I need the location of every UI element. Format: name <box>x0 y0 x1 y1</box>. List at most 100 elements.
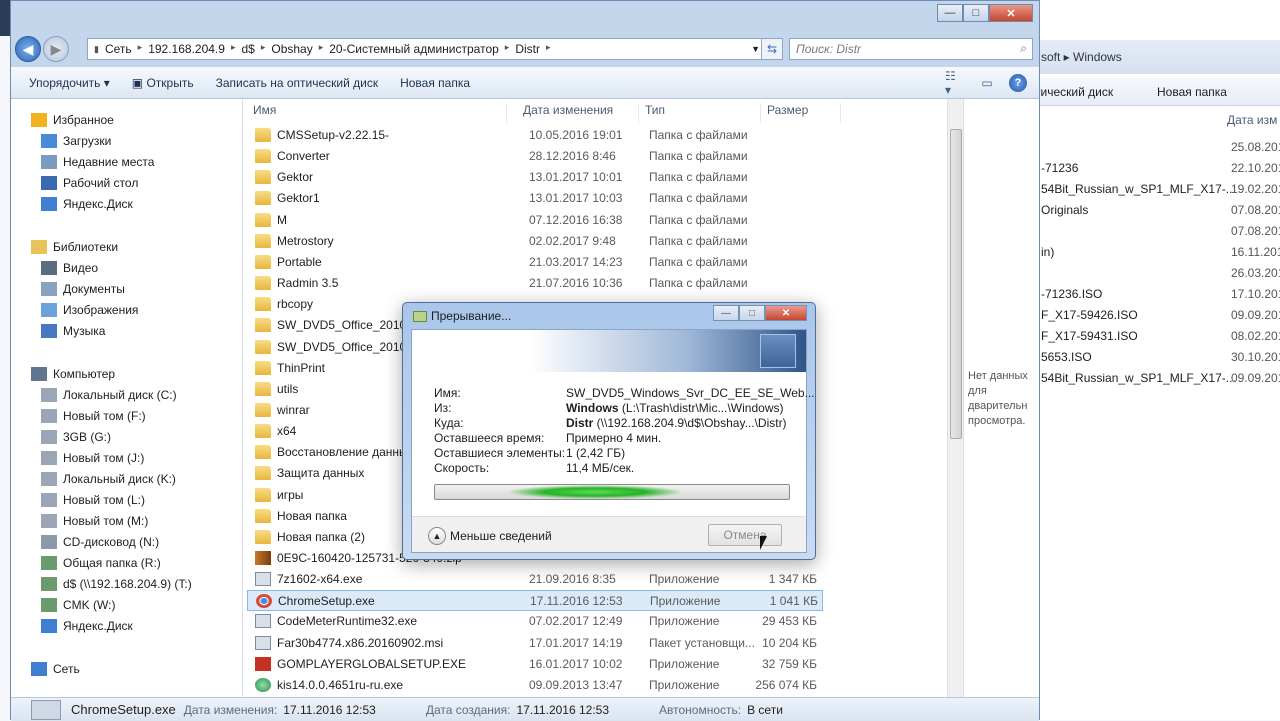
network-icon <box>31 661 47 676</box>
back-button[interactable]: ◀ <box>15 36 41 62</box>
column-type[interactable]: Тип <box>639 103 761 123</box>
chevron-right-icon[interactable]: ▸ <box>319 42 324 56</box>
bg-file-row[interactable]: 26.03.2013 <box>1041 266 1280 287</box>
cancel-button[interactable]: Отмена <box>708 524 782 546</box>
chevron-right-icon[interactable]: ▸ <box>261 42 266 56</box>
nav-item[interactable]: CD-дисковод (N:) <box>41 531 159 552</box>
breadcrumb-item[interactable]: d$ <box>241 42 254 56</box>
nav-item[interactable]: Видео <box>41 257 98 278</box>
bg-file-row[interactable]: -71236 22.10.2013 <box>1041 161 1280 182</box>
search-input[interactable]: Поиск: Distr ⌕ <box>789 38 1033 60</box>
bg-file-row[interactable]: 25.08.2013 <box>1041 140 1280 161</box>
open-button[interactable]: ▣ Открыть <box>128 76 198 90</box>
nav-item[interactable]: d$ (\\192.168.204.9) (T:) <box>41 573 192 594</box>
chevron-right-icon[interactable]: ▸ <box>546 42 551 56</box>
dialog-close-button[interactable]: ✕ <box>765 305 807 321</box>
nav-item[interactable]: Яндекс.Диск <box>41 615 133 636</box>
nav-item-label: Новый том (M:) <box>63 513 149 528</box>
nav-item[interactable]: Недавние места <box>41 151 154 172</box>
file-row[interactable]: CodeMeterRuntime32.exe 07.02.2017 12:49 Пр… <box>247 611 823 632</box>
column-name[interactable]: Имя <box>247 103 507 123</box>
bg-date-column[interactable]: Дата изм <box>1227 113 1277 127</box>
bg-file-row[interactable]: F_X17-59431.ISO 08.02.2013 <box>1041 329 1280 350</box>
nav-item[interactable]: Рабочий стол <box>41 172 138 193</box>
nav-item[interactable]: CMK (W:) <box>41 594 115 615</box>
file-row[interactable]: Portable 21.03.2017 14:23 Папка с файлами <box>247 252 823 273</box>
address-bar[interactable]: ▮ Сеть ▸ 192.168.204.9 ▸ d$ ▸ Obshay ▸ 20-Систем… <box>87 38 767 60</box>
file-row[interactable]: M 07.12.2016 16:38 Папка с файлами <box>247 210 823 231</box>
bg-file-row[interactable]: in) 16.11.2015 <box>1041 245 1280 266</box>
breadcrumb-item[interactable]: 20-Системный администратор <box>329 42 499 56</box>
nav-item[interactable]: Локальный диск (K:) <box>41 468 176 489</box>
minimize-button[interactable]: — <box>937 4 963 22</box>
bg-file-row[interactable]: 54Bit_Russian_w_SP1_MLF_X17-...09.09.201… <box>1041 371 1280 392</box>
bg-file-row[interactable]: Originals 07.08.2013 <box>1041 203 1280 224</box>
burn-button[interactable]: Записать на оптический диск <box>212 76 383 90</box>
nav-item[interactable]: Музыка <box>41 320 105 341</box>
pictures-icon <box>41 302 57 317</box>
bg-new-folder-button[interactable]: Новая папка <box>1157 85 1227 99</box>
bg-burn-button[interactable]: тический диск <box>1035 85 1113 99</box>
chevron-down-icon[interactable]: ▼ <box>751 44 760 54</box>
file-row[interactable]: Metrostory 02.02.2017 9:48 Папка с файлами <box>247 231 823 252</box>
breadcrumb-item[interactable]: Distr <box>515 42 540 56</box>
nav-item[interactable]: Новый том (L:) <box>41 489 145 510</box>
chevron-right-icon[interactable]: ▸ <box>505 42 510 56</box>
dialog-maximize-button[interactable]: □ <box>739 305 765 321</box>
bg-file-row[interactable]: 54Bit_Russian_w_SP1_MLF_X17-...19.02.201… <box>1041 182 1280 203</box>
column-date[interactable]: Дата изменения <box>517 103 639 123</box>
preview-pane-icon[interactable]: ▭ <box>977 73 997 93</box>
nav-group-1[interactable]: Библиотеки <box>31 236 118 257</box>
bg-file-row[interactable]: 07.08.2013 <box>1041 224 1280 245</box>
nav-item[interactable]: Новый том (J:) <box>41 447 144 468</box>
background-explorer-window[interactable]: soft ▸ Windows тический диск Новая папка… <box>1030 0 1280 720</box>
bg-file-row[interactable]: 5653.ISO 30.10.2013 <box>1041 350 1280 371</box>
breadcrumb-item[interactable]: Obshay <box>271 42 312 56</box>
breadcrumb-item[interactable]: 192.168.204.9 <box>148 42 225 56</box>
file-row[interactable]: Gektor 13.01.2017 10:01 Папка с файлами <box>247 167 823 188</box>
file-row[interactable]: Converter 28.12.2016 8:46 Папка с файлами <box>247 146 823 167</box>
bg-breadcrumb[interactable]: soft ▸ Windows <box>1031 40 1280 74</box>
refresh-button[interactable]: ⇆ <box>761 38 783 60</box>
forward-button[interactable]: ▶ <box>43 36 69 62</box>
file-row[interactable]: ChromeSetup.exe 17.11.2016 12:53 Приложени… <box>247 590 823 612</box>
bg-file-row[interactable]: F_X17-59426.ISO 09.09.2013 <box>1041 308 1280 329</box>
nav-group-0[interactable]: Избранное <box>31 109 114 130</box>
breadcrumb-item[interactable]: Сеть <box>105 42 132 56</box>
nav-item[interactable]: Локальный диск (C:) <box>41 384 177 405</box>
nav-item[interactable]: Яндекс.Диск <box>41 193 133 214</box>
status-modified-label: Дата изменения: <box>183 702 278 717</box>
nav-group-3[interactable]: Сеть <box>31 658 80 679</box>
nav-item[interactable]: Загрузки <box>41 130 111 151</box>
file-row[interactable]: Gektor1 13.01.2017 10:03 Папка с файлами <box>247 188 823 209</box>
close-button[interactable]: ✕ <box>989 4 1033 22</box>
view-options-icon[interactable]: ☷ ▾ <box>945 69 965 97</box>
file-row[interactable]: Far30b4774.x86.20160902.msi 17.01.2017 14… <box>247 633 823 654</box>
column-size[interactable]: Размер <box>761 103 841 123</box>
nav-item[interactable]: Новый том (M:) <box>41 510 148 531</box>
nav-item[interactable]: Изображения <box>41 299 138 320</box>
chevron-right-icon[interactable]: ▸ <box>231 42 236 56</box>
help-icon[interactable]: ? <box>1009 74 1027 92</box>
file-name: rbcopy <box>277 297 314 312</box>
file-row[interactable]: kis14.0.0.4651ru-ru.exe 09.09.2013 13:47 П… <box>247 675 823 696</box>
file-row[interactable]: 7z1602-x64.exe 21.09.2016 8:35 Приложение 1… <box>247 569 823 590</box>
nav-item[interactable]: 3GB (G:) <box>41 426 111 447</box>
file-row[interactable]: GOMPLAYERGLOBALSETUP.EXE 16.01.2017 10:02… <box>247 654 823 675</box>
dialog-minimize-button[interactable]: — <box>713 305 739 321</box>
maximize-button[interactable]: □ <box>963 4 989 22</box>
nav-group-2[interactable]: Компьютер <box>31 363 115 384</box>
new-folder-button[interactable]: Новая папка <box>396 76 474 90</box>
nav-item[interactable]: Документы <box>41 278 125 299</box>
nav-item[interactable]: Общая папка (R:) <box>41 552 161 573</box>
chevron-right-icon[interactable]: ▸ <box>138 42 143 56</box>
file-row[interactable]: CMSSetup-v2.22.15- 10.05.2016 19:01 Папка … <box>247 125 823 146</box>
less-details-button[interactable]: ▲ Меньше сведений <box>428 527 552 545</box>
bg-file-row[interactable]: -71236.ISO 17.10.2013 <box>1041 287 1280 308</box>
organize-button[interactable]: Упорядочить ▾ <box>25 76 114 90</box>
folder-icon <box>255 508 271 523</box>
vertical-scrollbar[interactable] <box>947 99 963 697</box>
scroll-thumb[interactable] <box>950 129 962 439</box>
file-row[interactable]: Radmin 3.5 21.07.2016 10:36 Папка с файлам… <box>247 273 823 294</box>
nav-item[interactable]: Новый том (F:) <box>41 405 146 426</box>
